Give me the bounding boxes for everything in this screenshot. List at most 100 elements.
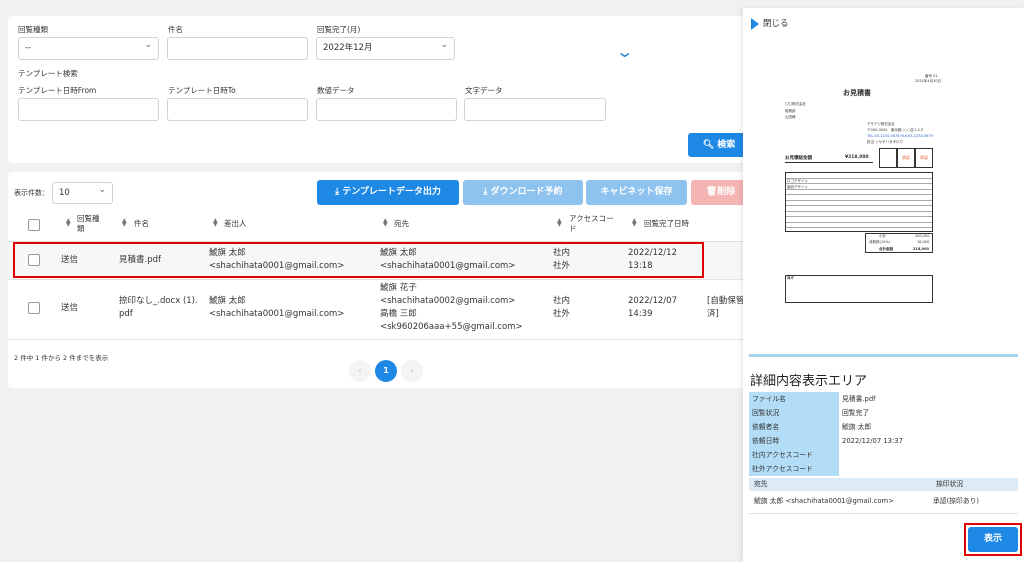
- sort-icon[interactable]: ▲ ▼: [632, 218, 637, 228]
- preview-stamp: 承認: [902, 155, 910, 160]
- chevron-down-icon[interactable]: ⌄: [615, 42, 634, 61]
- preview-from-person: 担当 シヤチハタタロウ: [867, 140, 904, 144]
- preview-total-value: ¥218,000: [845, 155, 869, 160]
- row-subject: 捺印なし_.docx (1).: [119, 296, 198, 306]
- selected-row-highlight: [13, 242, 704, 278]
- cabinet-save-button[interactable]: キャビネット保存: [586, 180, 687, 205]
- page-size-select[interactable]: 10: [52, 180, 113, 204]
- template-export-label: テンプレートデータ出力: [342, 187, 441, 197]
- detail-row: 依頼者名 鯱旗 太郎: [749, 420, 1018, 434]
- detail-side-panel: 閉じる 番号 01 2021年4月30日 お見積書 〇〇株式会社 総務部 山田様…: [743, 8, 1024, 562]
- close-button[interactable]: 閉じる: [751, 17, 789, 30]
- recipient-header: 宛先: [754, 480, 768, 488]
- circulation-type-select[interactable]: --: [18, 35, 159, 60]
- pager-summary: 2 件中 1 件から 2 件までを表示: [14, 354, 109, 362]
- preview-notes-box: [785, 275, 933, 303]
- row-recipient: 高橋 三郎: [380, 309, 417, 319]
- recipient-header-row: 宛先 捺印状況: [749, 478, 1018, 491]
- search-panel: 回覧種類 -- 件名 回覧完了(月) 2022年12月 ⌄ テンプレート検索 テ…: [8, 16, 750, 163]
- detail-value: 2022/12/07 13:37: [842, 437, 903, 445]
- row-access: 社内: [553, 296, 571, 306]
- preview-title: お見積書: [843, 89, 871, 97]
- row-completed-time: 14:39: [628, 309, 653, 319]
- preview-from-address: 〒000-0000 東京都○○○区1-2-3: [867, 128, 924, 132]
- preview-item: ロゴデザイン: [787, 179, 808, 183]
- detail-row: 社内アクセスコード: [749, 448, 1018, 462]
- select-all-checkbox[interactable]: [28, 219, 40, 231]
- preview-sum-label: 合計金額: [879, 247, 893, 251]
- row-checkbox[interactable]: [28, 302, 40, 314]
- show-button[interactable]: 表示: [968, 527, 1018, 552]
- numeric-data-input[interactable]: [316, 98, 457, 121]
- close-label: 閉じる: [763, 19, 789, 29]
- col-access-header[interactable]: アクセスコード: [569, 214, 617, 234]
- preview-stamp-box: 承認: [897, 148, 915, 168]
- search-icon: 🔍︎: [702, 140, 715, 150]
- stamp-status-value: 承認(捺印あり): [933, 497, 980, 505]
- recipient-divider: [749, 513, 1018, 514]
- search-button[interactable]: 🔍︎ 検索: [688, 133, 750, 157]
- subject-input[interactable]: [167, 37, 308, 60]
- row-recipient: <shachihata0002@gmail.com>: [380, 296, 516, 306]
- close-triangle-icon: [751, 17, 759, 30]
- download-reserve-label: ダウンロード予約: [490, 187, 563, 197]
- template-export-button[interactable]: ⤓ テンプレートデータ出力: [317, 180, 459, 205]
- sort-icon[interactable]: ▲ ▼: [213, 218, 218, 228]
- delete-button[interactable]: 🗑︎削除: [691, 180, 750, 205]
- detail-value: 見積書.pdf: [842, 395, 876, 403]
- template-date-to-label: テンプレート日時To: [168, 86, 236, 95]
- completed-month-select[interactable]: 2022年12月: [316, 35, 455, 60]
- col-subject-header[interactable]: 件名: [134, 219, 149, 229]
- template-date-from-label: テンプレート日時From: [18, 86, 97, 95]
- trash-icon: 🗑︎: [705, 187, 718, 197]
- col-sender-header[interactable]: 差出人: [224, 219, 247, 229]
- detail-value: 回覧完了: [842, 409, 870, 417]
- sort-icon[interactable]: ▲ ▼: [383, 218, 388, 228]
- row-type: 送信: [61, 303, 79, 313]
- next-page-button[interactable]: ›: [401, 360, 423, 382]
- sort-icon[interactable]: ▲ ▼: [122, 218, 127, 228]
- prev-page-button[interactable]: ‹: [349, 360, 371, 382]
- detail-row: ファイル名 見積書.pdf: [749, 392, 1018, 406]
- page-size-label: 表示件数：: [14, 189, 49, 197]
- text-data-input[interactable]: [464, 98, 606, 121]
- preview-from-tel: TEL:03-1234-5678 FAX:03-1234-5679: [867, 134, 933, 138]
- row-completed-date: 2022/12/07: [628, 296, 677, 306]
- template-date-to-input[interactable]: [167, 98, 308, 121]
- row-extra: 済]: [707, 309, 719, 319]
- document-preview[interactable]: 番号 01 2021年4月30日 お見積書 〇〇株式会社 総務部 山田様 デモア…: [775, 68, 943, 313]
- download-reserve-button[interactable]: ⤓ ダウンロード予約: [463, 180, 583, 205]
- sort-icon[interactable]: ▲ ▼: [66, 218, 71, 228]
- col-type-header[interactable]: 回覧種類: [77, 214, 105, 234]
- page-1-button[interactable]: 1: [375, 360, 397, 382]
- detail-key: 回覧状況: [749, 406, 839, 420]
- col-recipient-header[interactable]: 宛先: [394, 219, 409, 229]
- stamp-status-header: 捺印状況: [936, 480, 964, 488]
- sort-icon[interactable]: ▲ ▼: [557, 218, 562, 228]
- row-access: 社外: [553, 309, 571, 319]
- panel-divider: [749, 354, 1018, 357]
- preview-notes-label: 備考: [787, 276, 794, 280]
- row-subject: pdf: [119, 309, 133, 319]
- detail-key: 社外アクセスコード: [749, 462, 839, 476]
- detail-key: ファイル名: [749, 392, 839, 406]
- preview-stamp-box: [879, 148, 897, 168]
- detail-row: 依頼日時 2022/12/07 13:37: [749, 434, 1018, 448]
- row-extra: [自動保管: [707, 296, 745, 306]
- template-date-from-input[interactable]: [18, 98, 159, 121]
- preview-to-company: 〇〇株式会社: [785, 102, 806, 106]
- detail-value: 鯱旗 太郎: [842, 423, 872, 431]
- cabinet-save-label: キャビネット保存: [600, 187, 673, 197]
- col-completed-header[interactable]: 回覧完了日時: [644, 219, 689, 229]
- table-row[interactable]: 送信 捺印なし_.docx (1). pdf 鯱旗 太郎 <shachihata…: [8, 280, 750, 340]
- completed-month-label: 回覧完了(月): [317, 25, 361, 34]
- preview-tax-value: 18,000: [917, 240, 930, 244]
- recipient-value: 鯱旗 太郎 <shachihata0001@gmail.com>: [754, 497, 894, 505]
- row-sender-name: 鯱旗 太郎: [209, 296, 246, 306]
- preview-stamp: 承認: [920, 155, 928, 160]
- preview-item: 製品デザイン: [787, 185, 808, 189]
- preview-from-company: デモアジ株式会社: [867, 122, 895, 126]
- preview-subtotal-label: 小計: [879, 234, 886, 238]
- detail-row: 回覧状況 回覧完了: [749, 406, 1018, 420]
- row-sender-email: <shachihata0001@gmail.com>: [209, 309, 345, 319]
